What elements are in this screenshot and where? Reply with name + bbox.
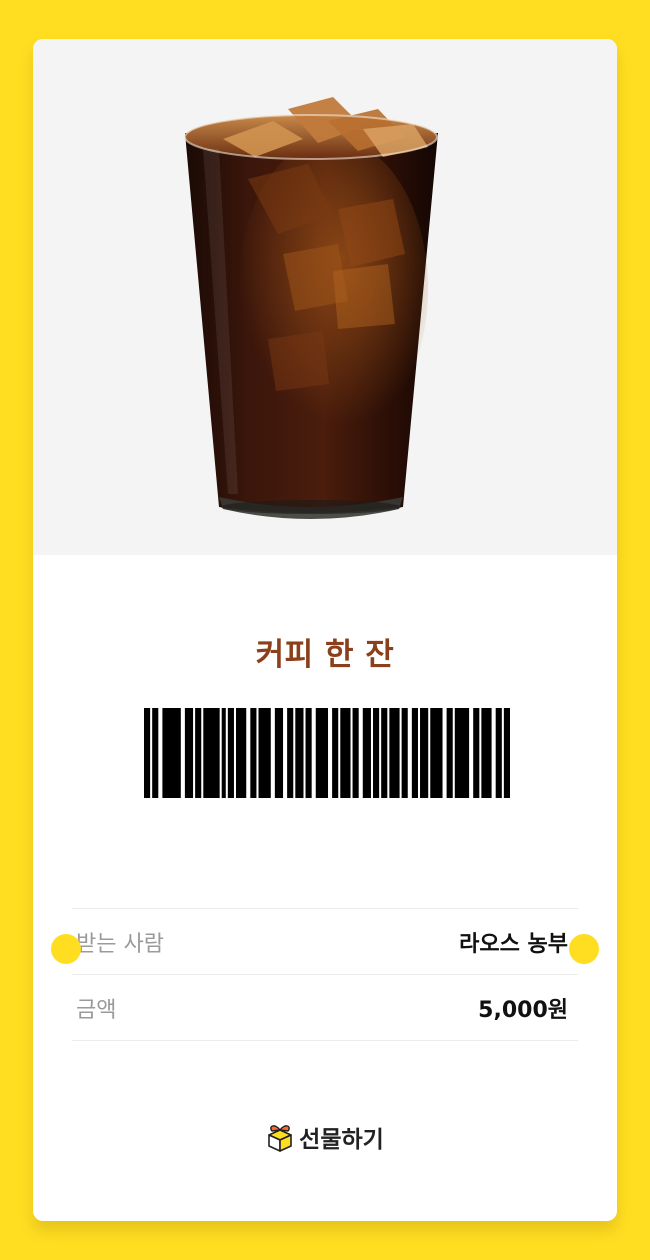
- ticket-notch-left: [51, 934, 81, 964]
- barcode-bar: [503, 708, 510, 798]
- barcode-bar: [473, 708, 480, 798]
- barcode-bar: [162, 708, 181, 798]
- barcode-bar: [352, 708, 359, 798]
- barcode-bar: [401, 708, 408, 798]
- barcode-bar: [340, 708, 351, 798]
- barcode-bar: [454, 708, 470, 798]
- gift-box-icon: [268, 1125, 292, 1152]
- info-table: 받는 사람 라오스 농부 금액 5,000원: [72, 908, 578, 1041]
- barcode-bar: [495, 708, 502, 798]
- gift-button[interactable]: 선물하기: [249, 1114, 401, 1160]
- barcode-bar: [362, 708, 371, 798]
- barcode-bar: [227, 708, 234, 798]
- barcode-bar: [203, 708, 220, 798]
- barcode-bar: [373, 708, 380, 798]
- barcode-bar: [184, 708, 194, 798]
- recipient-value: 라오스 농부: [459, 931, 568, 957]
- product-image: [33, 39, 617, 555]
- amount-row: 금액 5,000원: [72, 974, 578, 1041]
- gift-button-label: 선물하기: [299, 1127, 384, 1153]
- barcode-bar: [221, 708, 226, 798]
- ticket-notch-right: [569, 934, 599, 964]
- barcode-bar: [430, 708, 443, 798]
- barcode-bar: [144, 708, 151, 798]
- barcode: [144, 708, 510, 798]
- amount-label: 금액: [76, 997, 117, 1023]
- barcode-bar: [446, 708, 453, 798]
- barcode-bar: [381, 708, 388, 798]
- barcode-bar: [195, 708, 202, 798]
- barcode-bar: [315, 708, 329, 798]
- product-title: 커피 한 잔: [255, 637, 395, 673]
- barcode-bar: [295, 708, 304, 798]
- barcode-bar: [236, 708, 247, 798]
- barcode-bar: [420, 708, 429, 798]
- iced-americano-image: [184, 97, 438, 519]
- barcode-bar: [274, 708, 284, 798]
- barcode-bar: [389, 708, 400, 798]
- barcode-bar: [258, 708, 271, 798]
- barcode-bar: [481, 708, 492, 798]
- amount-value: 5,000원: [478, 997, 568, 1023]
- gift-card: 커피 한 잔 받는 사람 라오스 농부 금액 5,000원 선물하기: [33, 39, 617, 1221]
- barcode-bar: [152, 708, 159, 798]
- barcode-bar: [287, 708, 294, 798]
- barcode-bar: [250, 708, 257, 798]
- barcode-bar: [411, 708, 418, 798]
- recipient-label: 받는 사람: [76, 931, 164, 957]
- barcode-bar: [332, 708, 339, 798]
- recipient-row: 받는 사람 라오스 농부: [72, 908, 578, 974]
- barcode-bar: [305, 708, 312, 798]
